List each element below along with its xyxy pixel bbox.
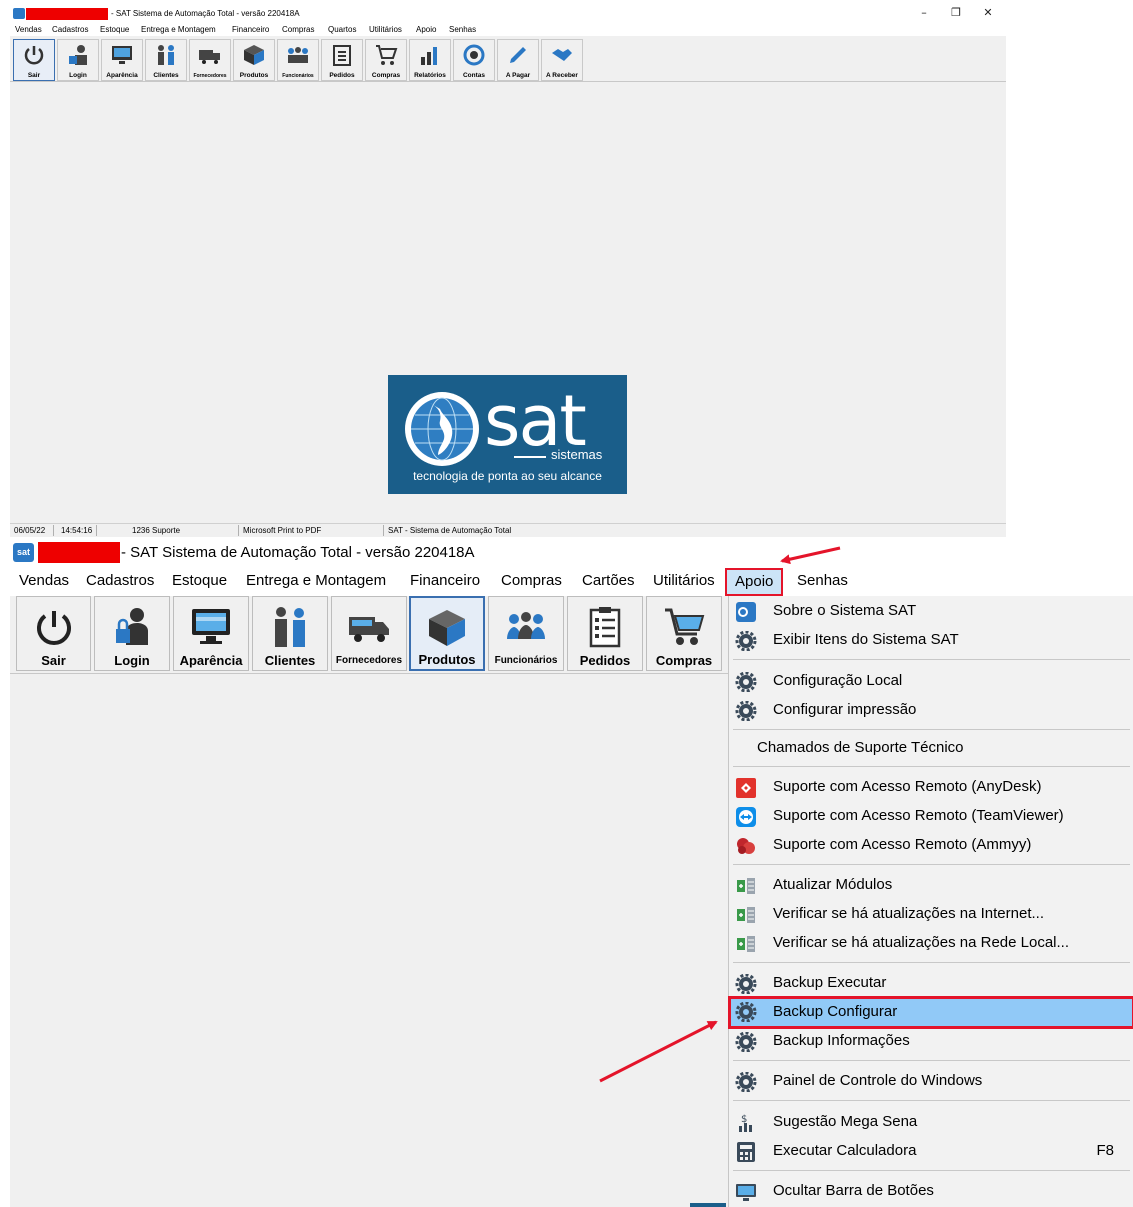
arrow-to-backup-configurar xyxy=(599,1020,718,1083)
arrow-to-apoio-menu xyxy=(780,546,841,565)
annotation-arrows xyxy=(599,546,841,1083)
